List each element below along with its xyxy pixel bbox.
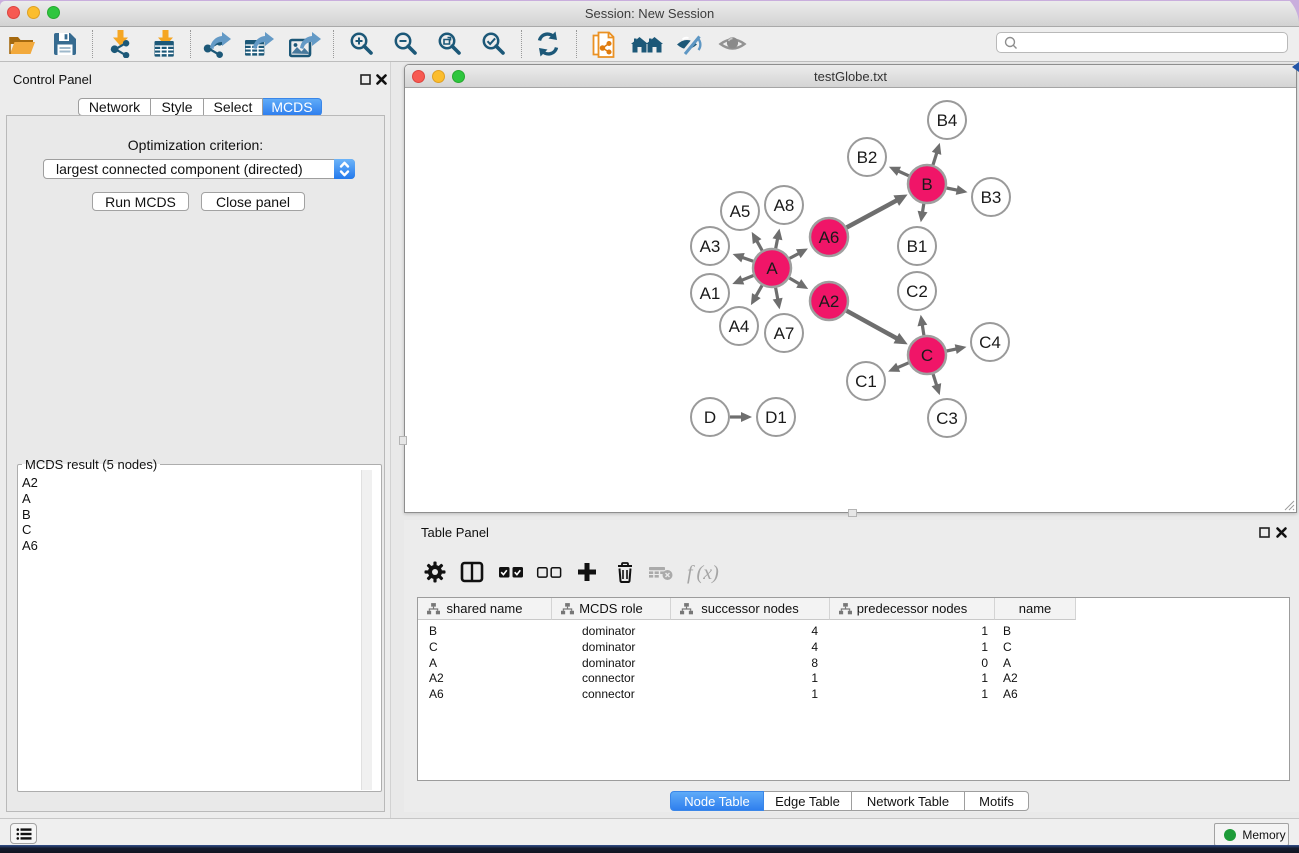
svg-text:C2: C2 xyxy=(906,282,928,301)
svg-text:C: C xyxy=(921,346,933,365)
svg-text:B3: B3 xyxy=(981,188,1002,207)
svg-text:A1: A1 xyxy=(700,284,721,303)
svg-text:A5: A5 xyxy=(730,202,751,221)
svg-text:D: D xyxy=(704,408,716,427)
svg-text:B2: B2 xyxy=(857,148,878,167)
svg-text:A8: A8 xyxy=(774,196,795,215)
svg-text:B1: B1 xyxy=(907,237,928,256)
svg-text:A2: A2 xyxy=(819,292,840,311)
svg-text:B: B xyxy=(921,175,932,194)
svg-text:D1: D1 xyxy=(765,408,787,427)
svg-text:C4: C4 xyxy=(979,333,1001,352)
svg-text:A7: A7 xyxy=(774,324,795,343)
svg-text:A: A xyxy=(766,259,778,278)
svg-text:A4: A4 xyxy=(729,317,750,336)
svg-text:C1: C1 xyxy=(855,372,877,391)
svg-text:B4: B4 xyxy=(937,111,958,130)
svg-text:A6: A6 xyxy=(819,228,840,247)
svg-text:C3: C3 xyxy=(936,409,958,428)
svg-text:A3: A3 xyxy=(700,237,721,256)
